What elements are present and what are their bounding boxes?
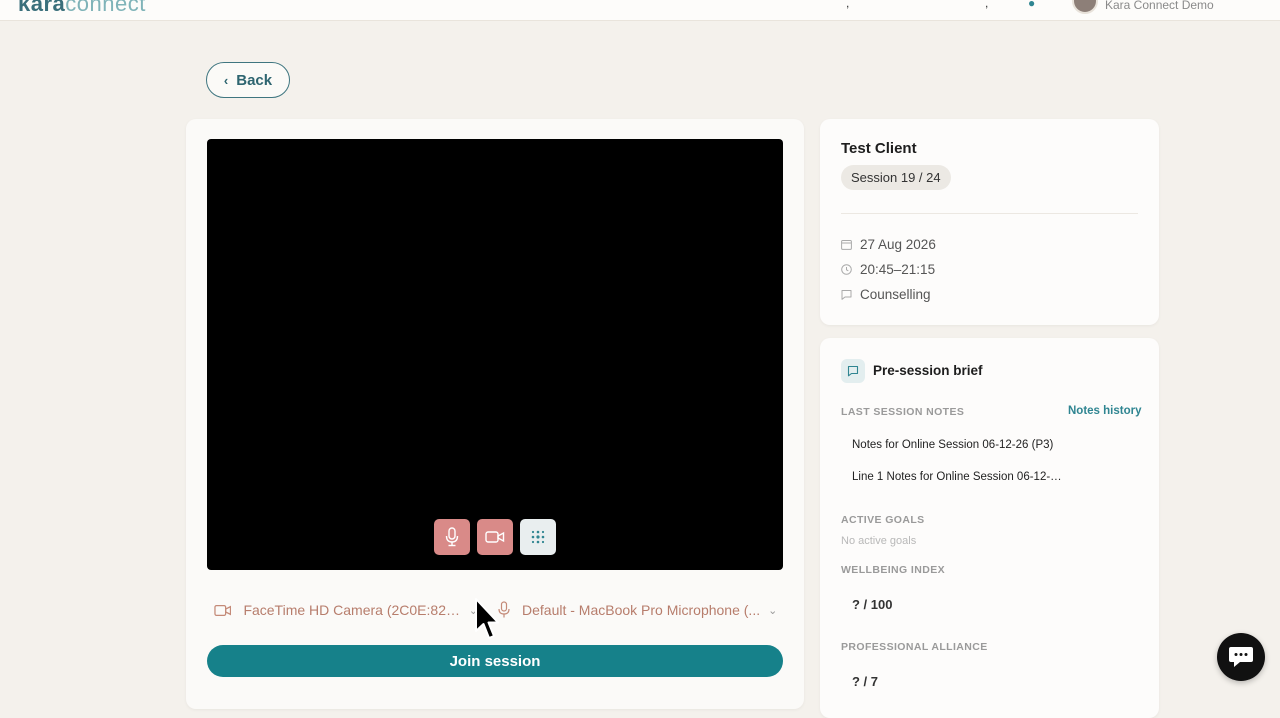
professional-alliance-label: PROFESSIONAL ALLIANCE [841, 641, 988, 653]
notification-icon[interactable]: ● [1028, 0, 1035, 10]
no-active-goals-text: No active goals [841, 535, 917, 547]
blur-dots-icon [531, 530, 545, 544]
session-type: Counselling [860, 286, 931, 302]
join-session-label: Join session [449, 652, 541, 670]
mouse-cursor-icon [475, 598, 499, 639]
session-count-badge: Session 19 / 24 [841, 165, 951, 190]
note-item[interactable]: Notes for Online Session 06-12-26 (P3) [852, 439, 1064, 451]
background-effects-button[interactable] [520, 519, 556, 555]
wellbeing-index-label: WELLBEING INDEX [841, 564, 946, 576]
clock-icon [841, 263, 853, 275]
professional-alliance-value: ? / 7 [852, 674, 879, 689]
brand-main: kara [18, 0, 66, 16]
brief-title: Pre-session brief [873, 363, 983, 378]
camera-device-label: FaceTime HD Camera (2C0E:82E3) [243, 602, 461, 618]
brand-logo[interactable]: karaconnect [18, 0, 146, 17]
client-name: Test Client [841, 140, 917, 157]
back-button[interactable]: ‹ Back [206, 62, 290, 98]
camera-off-icon [485, 531, 505, 543]
camera-toggle-button[interactable] [477, 519, 513, 555]
session-count: Session 19 / 24 [851, 170, 941, 185]
session-date: 27 Aug 2026 [860, 236, 936, 252]
calendar-icon [841, 239, 853, 250]
nav-fragment-icon[interactable]: , [985, 0, 988, 10]
last-session-notes-label: LAST SESSION NOTES [841, 406, 965, 418]
microphone-device-label: Default - MacBook Pro Microphone (... [522, 602, 761, 618]
microphone-toggle-button[interactable] [434, 519, 470, 555]
camera-icon [214, 604, 232, 616]
join-session-button[interactable]: Join session [207, 645, 783, 677]
chevron-down-icon: ⌄ [768, 604, 778, 617]
pre-session-brief-card [820, 338, 1159, 718]
session-time: 20:45–21:15 [860, 261, 936, 277]
active-goals-label: ACTIVE GOALS [841, 514, 925, 526]
session-date-row: 27 Aug 2026 [841, 235, 936, 253]
wellbeing-index-value: ? / 100 [852, 597, 893, 612]
avatar[interactable] [1072, 0, 1098, 14]
top-bar: karaconnect , , ● Kara Connect Demo [0, 0, 1280, 21]
chevron-left-icon: ‹ [223, 72, 229, 88]
chat-icon [841, 289, 853, 300]
divider [841, 213, 1138, 214]
session-time-row: 20:45–21:15 [841, 260, 935, 278]
notes-history-link[interactable]: Notes history [1068, 405, 1142, 417]
microphone-select[interactable]: Default - MacBook Pro Microphone (... ⌄ [498, 598, 782, 622]
user-name: Kara Connect Demo [1105, 0, 1214, 12]
camera-select[interactable]: FaceTime HD Camera (2C0E:82E3) ⌄ [214, 598, 478, 622]
back-label: Back [236, 71, 273, 89]
video-preview [207, 139, 783, 570]
note-item[interactable]: Line 1 Notes for Online Session 06-12-2.… [852, 471, 1064, 483]
microphone-off-icon [445, 527, 459, 547]
session-type-row: Counselling [841, 285, 931, 303]
brief-icon [841, 359, 865, 383]
brand-light: connect [65, 0, 146, 16]
nav-fragment-icon[interactable]: , [846, 0, 849, 10]
support-chat-button[interactable] [1217, 633, 1265, 681]
chat-bubble-icon [1229, 647, 1253, 667]
